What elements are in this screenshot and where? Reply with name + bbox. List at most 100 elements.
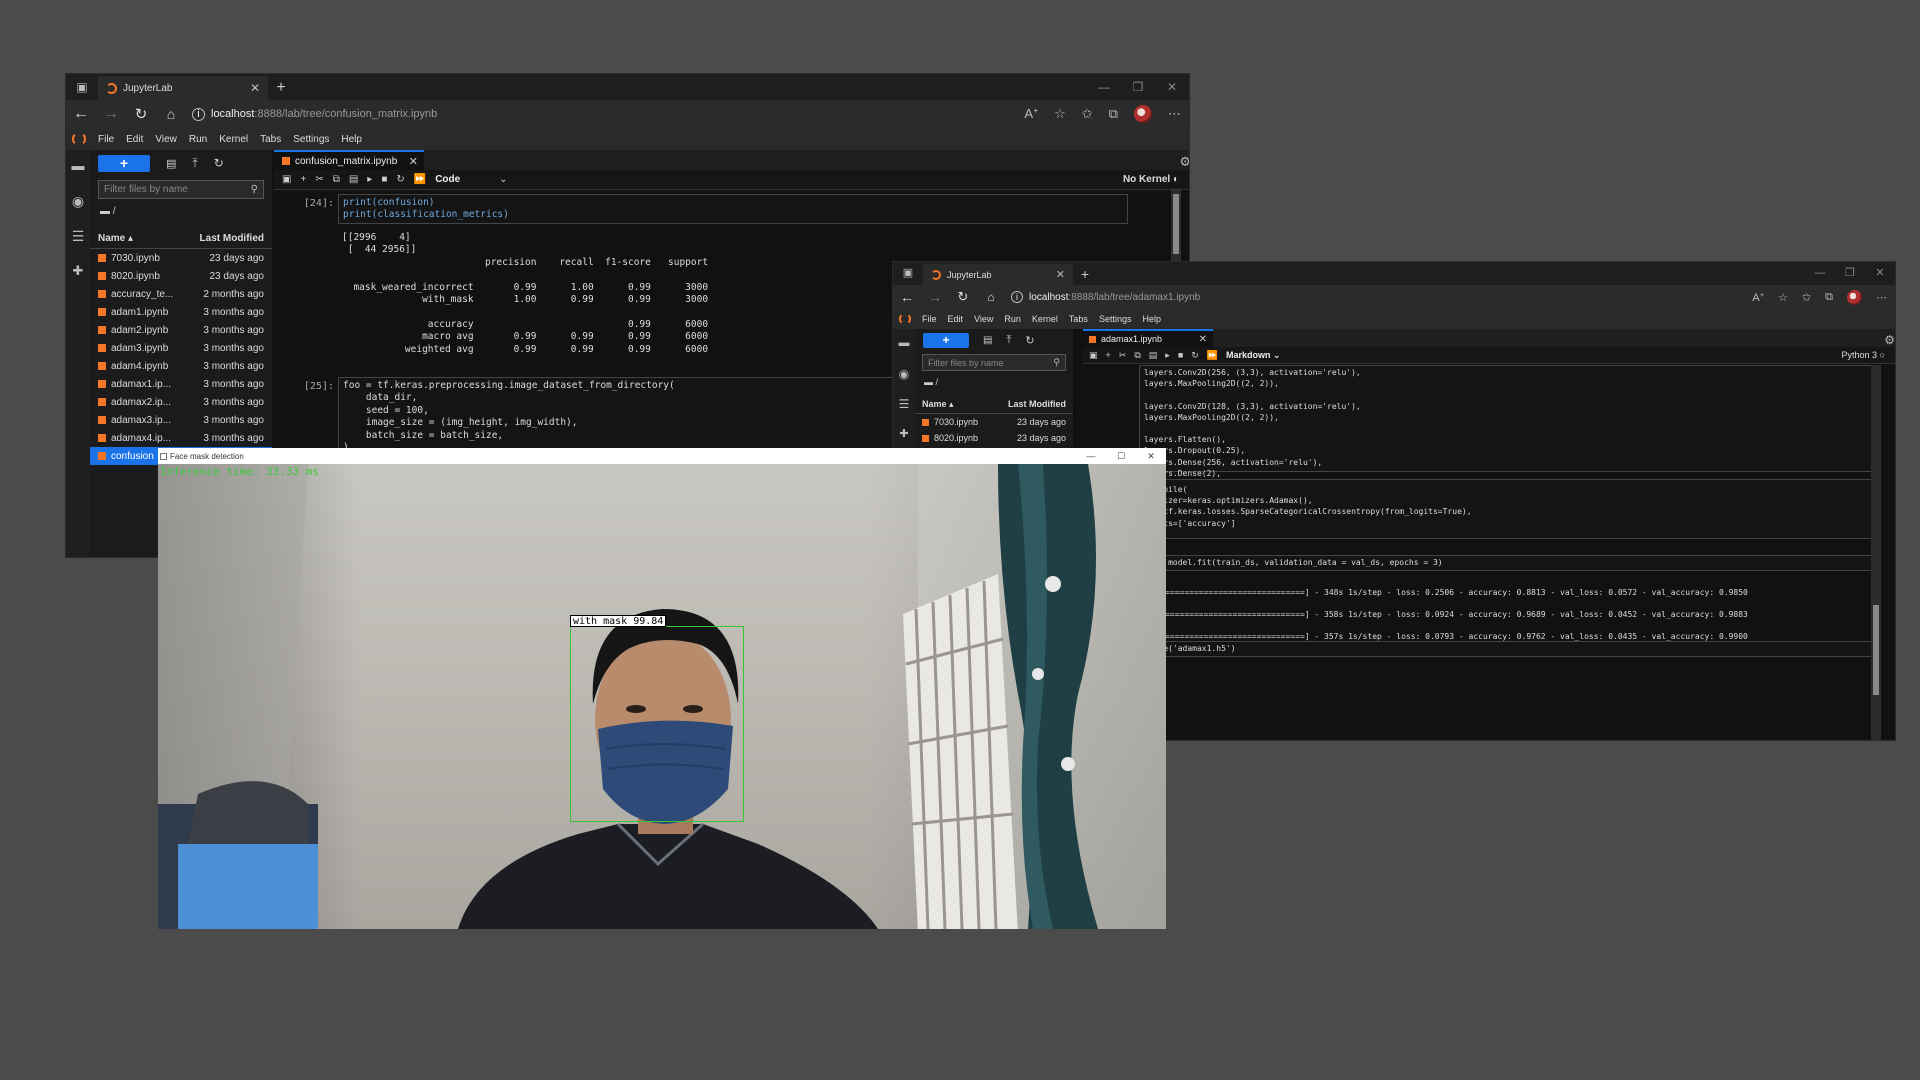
stop-icon-2[interactable]: ■ (1178, 350, 1183, 360)
run-icon[interactable]: ▸ (367, 174, 372, 185)
col-last-modified[interactable]: Last Modified (200, 233, 264, 244)
home-icon[interactable]: ⌂ (156, 106, 186, 122)
home-icon-2[interactable]: ⌂ (977, 290, 1005, 304)
menu-run[interactable]: Run (189, 134, 207, 145)
menu-help-2[interactable]: Help (1142, 314, 1161, 324)
file-row[interactable]: 8020.ipynb 23 days ago (90, 267, 272, 285)
file-row[interactable]: adam2.ipynb 3 months ago (90, 321, 272, 339)
running-icon-2[interactable]: ◉ (893, 367, 915, 381)
menu-tabs-2[interactable]: Tabs (1069, 314, 1088, 324)
back-icon-2[interactable]: ← (893, 289, 921, 305)
file-row[interactable]: adamax2.ip... 3 months ago (90, 393, 272, 411)
filter-files-input[interactable]: Filter files by name ⚲ (98, 180, 264, 199)
refresh-icon-2[interactable]: ↻ (1025, 334, 1034, 347)
tab-actions-icon-2[interactable]: ▣ (893, 262, 923, 285)
cell-compile[interactable]: .compile( ptimizer=keras.optimizers.Adam… (1139, 479, 1875, 539)
reload-icon-2[interactable]: ↻ (949, 289, 977, 305)
file-row[interactable]: accuracy_te... 2 months ago (90, 285, 272, 303)
copy-icon-2[interactable]: ⧉ (1134, 350, 1140, 361)
minimize-icon[interactable]: — (1087, 74, 1121, 100)
site-info-icon-2[interactable]: i (1011, 291, 1023, 303)
url-field-2[interactable]: i localhost:8888/lab/tree/adamax1.ipynb (1011, 291, 1200, 303)
settings-gear-icon-2[interactable]: ⚙ (1884, 333, 1895, 347)
kernel-status[interactable]: No Kernel ◐ (1123, 174, 1179, 185)
browser-tab[interactable]: JupyterLab ✕ (98, 76, 268, 100)
chevron-down-icon[interactable]: ⌄ (499, 174, 507, 185)
filter-files-input-2[interactable]: Filter files by name ⚲ (922, 354, 1066, 371)
run-icon-2[interactable]: ▸ (1165, 350, 1170, 361)
run-all-icon[interactable]: ⏩ (414, 174, 426, 185)
new-launcher-button-2[interactable]: + (923, 332, 969, 348)
file-row[interactable]: adam4.ipynb 3 months ago (90, 357, 272, 375)
extension-icon-2[interactable]: ✚ (893, 427, 915, 440)
run-all-icon-2[interactable]: ⏩ (1207, 350, 1218, 361)
menu-edit-2[interactable]: Edit (948, 314, 964, 324)
file-row[interactable]: adamax1.ip... 3 months ago (90, 375, 272, 393)
close-doc-icon-2[interactable]: ✕ (1199, 334, 1207, 345)
breadcrumb-2[interactable]: ▬ / (915, 374, 1073, 392)
file-row[interactable]: adamax4.ip... 3 months ago (90, 429, 272, 447)
menu-view[interactable]: View (155, 134, 177, 145)
toc-icon-2[interactable]: ☰ (893, 397, 915, 411)
menu-kernel[interactable]: Kernel (219, 134, 248, 145)
cell-type-select[interactable]: Code (435, 174, 490, 185)
col-last-modified-2[interactable]: Last Modified (1008, 399, 1066, 410)
copy-icon[interactable]: ⧉ (333, 174, 340, 185)
new-tab-icon[interactable]: + (268, 76, 294, 100)
file-row[interactable]: adam3.ipynb 3 months ago (90, 339, 272, 357)
cell-24-input[interactable]: print(confusion) print(classification_me… (338, 194, 1128, 224)
stop-icon[interactable]: ■ (381, 174, 387, 185)
window-close-icon-2[interactable]: ✕ (1865, 262, 1895, 285)
refresh-icon[interactable]: ↻ (214, 156, 224, 170)
maximize-icon[interactable]: ❐ (1121, 74, 1155, 100)
new-launcher-button[interactable]: + (98, 154, 150, 172)
cut-icon[interactable]: ✂ (315, 174, 323, 185)
window-close-icon[interactable]: ✕ (1155, 74, 1189, 100)
favorites-icon-2[interactable]: ✩ (1802, 291, 1811, 304)
menu-help[interactable]: Help (341, 134, 362, 145)
folder-icon-2[interactable]: ▬ (893, 337, 915, 349)
menu-tabs[interactable]: Tabs (260, 134, 281, 145)
notebook-scrollbar-2[interactable] (1871, 365, 1881, 740)
folder-icon[interactable]: ▬ (66, 158, 90, 173)
camera-close-icon[interactable]: ✕ (1136, 448, 1166, 464)
restart-icon-2[interactable]: ↻ (1191, 350, 1199, 361)
reload-icon[interactable]: ↻ (126, 105, 156, 123)
file-row[interactable]: 7030.ipynb 23 days ago (915, 414, 1073, 430)
new-tab-icon-2[interactable]: + (1073, 264, 1097, 285)
read-aloud-icon-2[interactable]: Aᐩ (1752, 291, 1764, 304)
close-tab-icon[interactable]: ✕ (250, 81, 260, 95)
new-folder-icon[interactable]: ▤ (166, 157, 176, 170)
cell-type-select-2[interactable]: Markdown ⌄ (1226, 350, 1281, 361)
doc-tab-adamax1[interactable]: adamax1.ipynb ✕ (1083, 329, 1213, 347)
menu-edit[interactable]: Edit (126, 134, 143, 145)
minimize-icon-2[interactable]: — (1805, 262, 1835, 285)
upload-icon[interactable]: ⤒ (192, 156, 197, 171)
cut-icon-2[interactable]: ✂ (1119, 350, 1127, 361)
scrollbar-thumb[interactable] (1173, 194, 1179, 254)
upload-icon-2[interactable]: ⤒ (1006, 334, 1011, 347)
favorites-icon[interactable]: ✩ (1082, 106, 1093, 122)
menu-file[interactable]: File (98, 134, 114, 145)
browser-tab-2[interactable]: JupyterLab ✕ (923, 264, 1073, 285)
paste-icon-2[interactable]: ▤ (1149, 350, 1158, 361)
file-row[interactable]: 8020.ipynb 23 days ago (915, 430, 1073, 446)
menu-settings[interactable]: Settings (293, 134, 329, 145)
file-row[interactable]: 7030.ipynb 23 days ago (90, 249, 272, 267)
collections-icon-2[interactable]: ⧉ (1825, 291, 1833, 304)
profile-avatar-2[interactable] (1847, 289, 1862, 305)
forward-icon[interactable]: → (96, 105, 126, 123)
scrollbar-thumb-2[interactable] (1873, 605, 1879, 695)
profile-avatar[interactable] (1134, 105, 1152, 123)
menu-view-2[interactable]: View (974, 314, 993, 324)
file-row[interactable]: adamax3.ip... 3 months ago (90, 411, 272, 429)
col-name-2[interactable]: Name ▴ (922, 399, 954, 410)
close-tab-icon-2[interactable]: ✕ (1056, 268, 1065, 281)
site-info-icon[interactable]: i (192, 107, 205, 121)
doc-tab-confusion-matrix[interactable]: confusion_matrix.ipynb ✕ (274, 150, 424, 170)
toc-icon[interactable]: ☰ (66, 228, 90, 245)
menu-file-2[interactable]: File (922, 314, 937, 324)
favorite-icon[interactable]: ☆ (1054, 106, 1066, 122)
close-doc-icon[interactable]: ✕ (409, 155, 418, 168)
insert-cell-icon-2[interactable]: + (1106, 350, 1111, 360)
